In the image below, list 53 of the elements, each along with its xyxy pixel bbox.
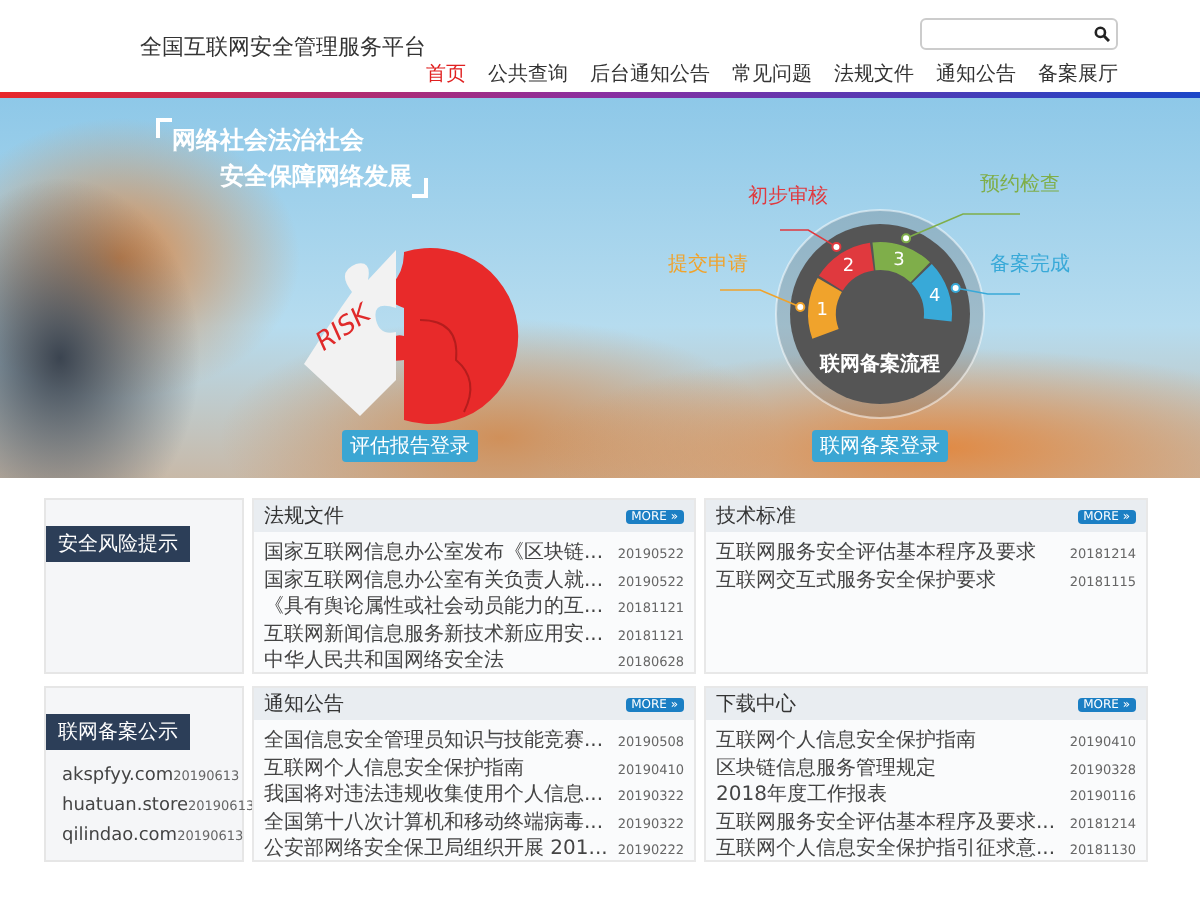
nav-link[interactable]: 备案展厅 [1038, 60, 1118, 88]
stage-label: 初步审核 [748, 186, 828, 208]
panel-title: 联网备案公示 [46, 714, 190, 750]
leader-line [719, 289, 806, 313]
article-link[interactable]: 互联网服务安全评估基本程序及要求... [716, 807, 1056, 835]
article-link[interactable]: 互联网交互式服务安全保护要求 [716, 565, 996, 593]
article-link[interactable]: 全国第十八次计算机和移动终端病毒... [264, 807, 604, 835]
panel-title: 安全风险提示 [46, 526, 190, 562]
domain-text: akspfyy.com [62, 766, 174, 786]
slogan-line: 网络社会法治社会 [172, 124, 366, 158]
leader-line [779, 229, 842, 252]
article-link[interactable]: 互联网个人信息安全保护指南 [264, 753, 524, 781]
stage-number: 4 [929, 287, 941, 308]
stage-number: 2 [842, 257, 855, 278]
domain-text: qilindao.com [62, 826, 178, 846]
corner-bracket [412, 178, 428, 198]
stage-label: 提交申请 [668, 254, 748, 276]
article-link[interactable]: 区块链信息服务管理规定 [716, 753, 936, 781]
article-link[interactable]: 互联网服务安全评估基本程序及要求 [716, 538, 1036, 566]
search-field[interactable] [920, 18, 1118, 50]
corner-bracket [156, 118, 172, 138]
stage-number: 3 [893, 251, 905, 272]
article-link[interactable]: 国家互联网信息办公室发布《区块链... [264, 538, 604, 566]
article-link[interactable]: 我国将对违法违规收集使用个人信息... [264, 780, 604, 808]
nav-link[interactable]: 法规文件 [834, 60, 914, 88]
article-link[interactable]: 国家互联网信息办公室有关负责人就... [264, 565, 604, 593]
stage-label: 备案完成 [990, 254, 1070, 276]
article-link[interactable]: 公安部网络安全保卫局组织开展 201... [264, 834, 608, 862]
nav-link[interactable]: 常见问题 [732, 60, 812, 88]
leader-line [950, 282, 1021, 295]
flow-title: 联网备案流程 [820, 354, 940, 376]
nav-link[interactable]: 通知公告 [936, 60, 1016, 88]
nav-link[interactable]: 后台通知公告 [590, 60, 710, 88]
article-link[interactable]: 互联网新闻信息服务新技术新应用安... [264, 619, 604, 647]
article-link[interactable]: 《具有舆论属性或社会动员能力的互... [264, 592, 604, 620]
article-link[interactable]: 2018年度工作报表 [716, 780, 887, 808]
article-link[interactable]: 全国信息安全管理员知识与技能竞赛... [264, 726, 604, 754]
panel-title: 法规文件 [264, 503, 344, 530]
panel-title: 通知公告 [264, 691, 344, 718]
nav-link[interactable]: 首页 [426, 60, 466, 88]
article-link[interactable]: 互联网个人信息安全保护指引征求意... [716, 834, 1056, 862]
nav-link[interactable]: 公共查询 [488, 60, 568, 88]
article-link[interactable]: 互联网个人信息安全保护指南 [716, 726, 976, 754]
search-icon[interactable] [1094, 26, 1110, 42]
panel-title: 技术标准 [716, 503, 796, 530]
stage-label: 预约检查 [980, 174, 1060, 196]
article-link[interactable]: 中华人民共和国网络安全法 [264, 646, 504, 674]
domain-text: huatuan.store [62, 796, 188, 816]
leader-line [901, 213, 1021, 244]
stage-number: 1 [816, 300, 828, 321]
site-title: 全国互联网安全管理服务平台 [140, 32, 426, 64]
slogan-line: 安全保障网络发展 [218, 160, 412, 194]
panel-title: 下载中心 [716, 691, 796, 718]
